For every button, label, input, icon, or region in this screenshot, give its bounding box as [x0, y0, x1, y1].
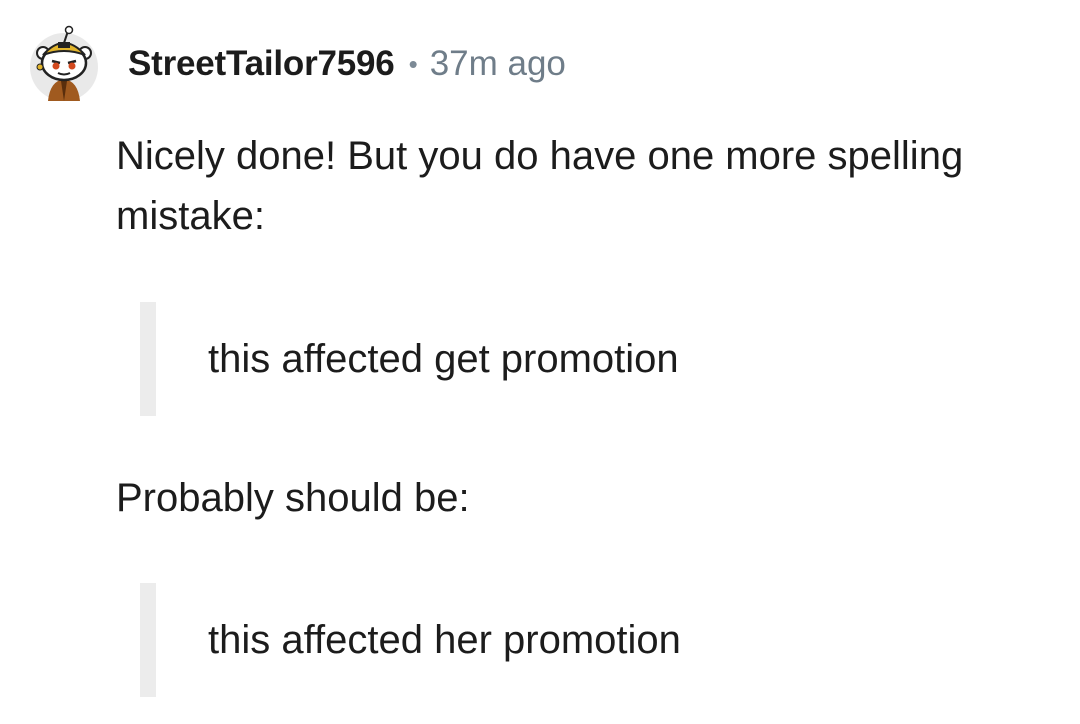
- quote-text: this affected get promotion: [208, 337, 679, 381]
- author-username[interactable]: StreetTailor7596: [128, 44, 395, 84]
- blockquote: this affected her promotion: [140, 583, 1060, 697]
- comment-paragraph: Nicely done! But you do have one more sp…: [116, 134, 964, 238]
- meta-separator: •: [408, 48, 418, 79]
- comment-paragraph: Probably should be:: [116, 476, 470, 520]
- comment-timestamp: 37m ago: [429, 44, 566, 83]
- quote-text: this affected her promotion: [208, 618, 681, 662]
- snoo-avatar-icon: [30, 25, 98, 101]
- comment: StreetTailor7596 • 37m ago Nicely done! …: [0, 0, 1080, 724]
- blockquote: this affected get promotion: [140, 302, 1060, 416]
- comment-header: StreetTailor7596 • 37m ago: [28, 24, 566, 104]
- avatar[interactable]: [28, 25, 100, 103]
- quote-bar: [140, 583, 156, 697]
- quote-bar: [140, 302, 156, 416]
